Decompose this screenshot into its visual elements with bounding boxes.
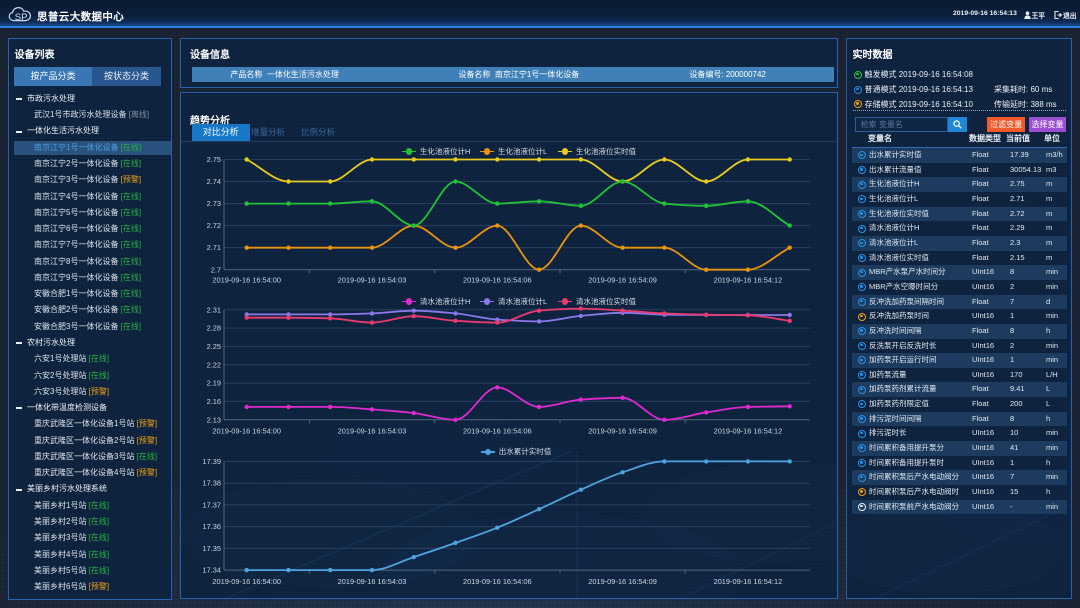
svg-text:2.71: 2.71 bbox=[207, 243, 221, 252]
svg-text:2.28: 2.28 bbox=[207, 324, 221, 333]
svg-text:17.38: 17.38 bbox=[203, 479, 222, 488]
svg-text:2019-09-16 16:54:03: 2019-09-16 16:54:03 bbox=[338, 577, 407, 586]
svg-text:2.73: 2.73 bbox=[207, 199, 221, 208]
svg-text:2019-09-16 16:54:09: 2019-09-16 16:54:09 bbox=[588, 276, 657, 285]
svg-text:2.72: 2.72 bbox=[207, 221, 221, 230]
svg-text:17.39: 17.39 bbox=[203, 457, 222, 466]
svg-text:2019-09-16 16:54:12: 2019-09-16 16:54:12 bbox=[714, 577, 783, 586]
svg-text:2.31: 2.31 bbox=[207, 305, 221, 314]
svg-text:2.13: 2.13 bbox=[207, 415, 221, 424]
svg-text:17.34: 17.34 bbox=[203, 566, 222, 575]
svg-text:2.19: 2.19 bbox=[207, 379, 221, 388]
svg-text:17.36: 17.36 bbox=[203, 522, 222, 531]
svg-text:2019-09-16 16:54:00: 2019-09-16 16:54:00 bbox=[212, 577, 281, 586]
svg-text:17.37: 17.37 bbox=[203, 501, 222, 510]
svg-text:2019-09-16 16:54:03: 2019-09-16 16:54:03 bbox=[338, 427, 407, 436]
svg-text:2019-09-16 16:54:03: 2019-09-16 16:54:03 bbox=[338, 276, 407, 285]
svg-text:2.16: 2.16 bbox=[207, 397, 221, 406]
svg-text:2019-09-16 16:54:00: 2019-09-16 16:54:00 bbox=[212, 427, 281, 436]
svg-text:2019-09-16 16:54:12: 2019-09-16 16:54:12 bbox=[714, 276, 783, 285]
svg-text:2.25: 2.25 bbox=[207, 342, 221, 351]
svg-text:17.35: 17.35 bbox=[203, 544, 222, 553]
svg-text:2.22: 2.22 bbox=[207, 360, 221, 369]
svg-text:2.75: 2.75 bbox=[207, 155, 221, 164]
svg-text:2.74: 2.74 bbox=[207, 177, 221, 186]
svg-text:2019-09-16 16:54:06: 2019-09-16 16:54:06 bbox=[463, 427, 532, 436]
svg-text:2019-09-16 16:54:09: 2019-09-16 16:54:09 bbox=[588, 577, 657, 586]
svg-text:2019-09-16 16:54:06: 2019-09-16 16:54:06 bbox=[463, 577, 532, 586]
svg-text:2019-09-16 16:54:09: 2019-09-16 16:54:09 bbox=[588, 427, 657, 436]
svg-text:2019-09-16 16:54:06: 2019-09-16 16:54:06 bbox=[463, 276, 532, 285]
svg-text:2.7: 2.7 bbox=[211, 265, 221, 274]
svg-text:2019-09-16 16:54:00: 2019-09-16 16:54:00 bbox=[212, 276, 281, 285]
svg-text:2019-09-16 16:54:12: 2019-09-16 16:54:12 bbox=[714, 427, 783, 436]
